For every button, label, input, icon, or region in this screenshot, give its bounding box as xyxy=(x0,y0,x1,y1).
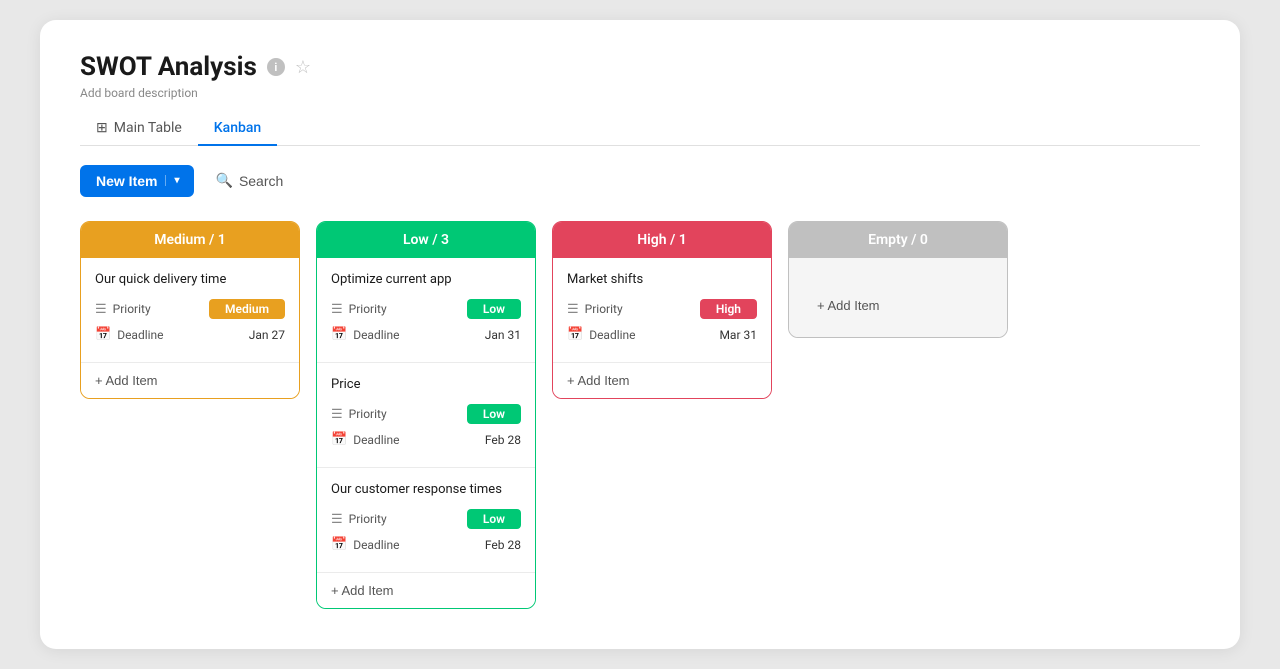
deadline-label: 📅 Deadline xyxy=(567,327,636,342)
card-title: Our customer response times xyxy=(331,482,521,497)
deadline-text: Deadline xyxy=(353,433,399,447)
new-item-chevron: ▾ xyxy=(165,175,179,186)
table-row: Market shifts ☰ Priority High 📅 Deadline Mar 3… xyxy=(553,258,771,363)
column-body-low: Optimize current app ☰ Priority Low 📅 Deadlin… xyxy=(317,258,535,608)
page-header: SWOT Analysis i ☆ Add board description xyxy=(80,52,1200,100)
deadline-field: 📅 Deadline Feb 28 xyxy=(331,432,521,447)
deadline-field: 📅 Deadline Jan 31 xyxy=(331,327,521,342)
deadline-text: Deadline xyxy=(353,538,399,552)
main-table-icon: ⊞ xyxy=(96,120,108,136)
search-button[interactable]: 🔍 Search xyxy=(206,164,294,197)
deadline-label: 📅 Deadline xyxy=(331,327,400,342)
kanban-column-low: Low / 3 Optimize current app ☰ Priority Low 📅… xyxy=(316,221,536,609)
priority-badge[interactable]: Medium xyxy=(209,299,285,319)
add-item-button-low[interactable]: + Add Item xyxy=(317,573,535,608)
tab-main-table-label: Main Table xyxy=(114,120,182,136)
priority-field: ☰ Priority Low xyxy=(331,404,521,424)
priority-badge[interactable]: Low xyxy=(467,509,521,529)
priority-badge[interactable]: Low xyxy=(467,404,521,424)
deadline-value: Mar 31 xyxy=(719,328,757,342)
priority-icon: ☰ xyxy=(95,302,107,317)
add-item-button-high[interactable]: + Add Item xyxy=(553,363,771,398)
kanban-column-empty: Empty / 0 + Add Item xyxy=(788,221,1008,338)
deadline-field: 📅 Deadline Mar 31 xyxy=(567,327,757,342)
priority-icon: ☰ xyxy=(331,407,343,422)
kanban-column-high: High / 1 Market shifts ☰ Priority High 📅 Deadl… xyxy=(552,221,772,399)
card-title: Market shifts xyxy=(567,272,757,287)
deadline-value: Feb 28 xyxy=(485,433,521,447)
column-header-low: Low / 3 xyxy=(317,222,535,258)
priority-field: ☰ Priority Low xyxy=(331,299,521,319)
toolbar: New Item ▾ 🔍 Search xyxy=(80,164,1200,197)
deadline-text: Deadline xyxy=(589,328,635,342)
priority-field: ☰ Priority Medium xyxy=(95,299,285,319)
priority-text: Priority xyxy=(585,302,623,316)
priority-text: Priority xyxy=(349,302,387,316)
search-icon: 🔍 xyxy=(216,172,233,189)
priority-label: ☰ Priority xyxy=(567,302,623,317)
priority-label: ☰ Priority xyxy=(331,512,387,527)
priority-label: ☰ Priority xyxy=(331,407,387,422)
deadline-text: Deadline xyxy=(353,328,399,342)
tab-kanban-label: Kanban xyxy=(214,120,261,136)
star-icon[interactable]: ☆ xyxy=(295,57,311,78)
card-title: Our quick delivery time xyxy=(95,272,285,287)
deadline-icon: 📅 xyxy=(331,432,347,447)
empty-add-container: + Add Item xyxy=(789,258,1007,337)
priority-field: ☰ Priority High xyxy=(567,299,757,319)
priority-field: ☰ Priority Low xyxy=(331,509,521,529)
deadline-label: 📅 Deadline xyxy=(331,432,400,447)
deadline-label: 📅 Deadline xyxy=(331,537,400,552)
table-row: Optimize current app ☰ Priority Low 📅 Deadlin… xyxy=(317,258,535,363)
priority-text: Priority xyxy=(113,302,151,316)
deadline-field: 📅 Deadline Jan 27 xyxy=(95,327,285,342)
deadline-value: Jan 27 xyxy=(249,328,285,342)
table-row: Price ☰ Priority Low 📅 Deadline Feb 28 xyxy=(317,363,535,468)
new-item-button[interactable]: New Item ▾ xyxy=(80,165,194,197)
priority-badge[interactable]: Low xyxy=(467,299,521,319)
search-label: Search xyxy=(239,173,283,189)
add-item-button-empty[interactable]: + Add Item xyxy=(803,288,993,323)
priority-icon: ☰ xyxy=(331,302,343,317)
kanban-board: Medium / 1 Our quick delivery time ☰ Priori… xyxy=(80,221,1200,609)
table-row: Our quick delivery time ☰ Priority Medium 📅 D… xyxy=(81,258,299,363)
tab-kanban[interactable]: Kanban xyxy=(198,112,277,146)
deadline-icon: 📅 xyxy=(95,327,111,342)
table-row: Our customer response times ☰ Priority Low 📅… xyxy=(317,468,535,573)
info-icon[interactable]: i xyxy=(267,58,285,76)
deadline-icon: 📅 xyxy=(567,327,583,342)
deadline-label: 📅 Deadline xyxy=(95,327,164,342)
new-item-label: New Item xyxy=(96,173,157,189)
column-header-medium: Medium / 1 xyxy=(81,222,299,258)
column-body-high: Market shifts ☰ Priority High 📅 Deadline Mar 3… xyxy=(553,258,771,398)
board-description[interactable]: Add board description xyxy=(80,86,1200,100)
priority-label: ☰ Priority xyxy=(95,302,151,317)
deadline-value: Feb 28 xyxy=(485,538,521,552)
priority-text: Priority xyxy=(349,512,387,526)
priority-icon: ☰ xyxy=(331,512,343,527)
kanban-column-medium: Medium / 1 Our quick delivery time ☰ Priori… xyxy=(80,221,300,399)
priority-label: ☰ Priority xyxy=(331,302,387,317)
deadline-field: 📅 Deadline Feb 28 xyxy=(331,537,521,552)
deadline-icon: 📅 xyxy=(331,537,347,552)
app-container: SWOT Analysis i ☆ Add board description … xyxy=(40,20,1240,649)
column-body-medium: Our quick delivery time ☰ Priority Medium 📅 D… xyxy=(81,258,299,398)
deadline-icon: 📅 xyxy=(331,327,347,342)
card-title: Optimize current app xyxy=(331,272,521,287)
page-title: SWOT Analysis xyxy=(80,52,257,82)
title-row: SWOT Analysis i ☆ xyxy=(80,52,1200,82)
column-header-empty: Empty / 0 xyxy=(789,222,1007,258)
deadline-text: Deadline xyxy=(117,328,163,342)
column-body-empty: + Add Item xyxy=(789,258,1007,337)
add-item-button-medium[interactable]: + Add Item xyxy=(81,363,299,398)
priority-icon: ☰ xyxy=(567,302,579,317)
deadline-value: Jan 31 xyxy=(485,328,521,342)
card-title: Price xyxy=(331,377,521,392)
priority-text: Priority xyxy=(349,407,387,421)
tab-main-table[interactable]: ⊞ Main Table xyxy=(80,112,198,146)
column-header-high: High / 1 xyxy=(553,222,771,258)
tabs: ⊞ Main Table Kanban xyxy=(80,112,1200,146)
priority-badge[interactable]: High xyxy=(700,299,757,319)
